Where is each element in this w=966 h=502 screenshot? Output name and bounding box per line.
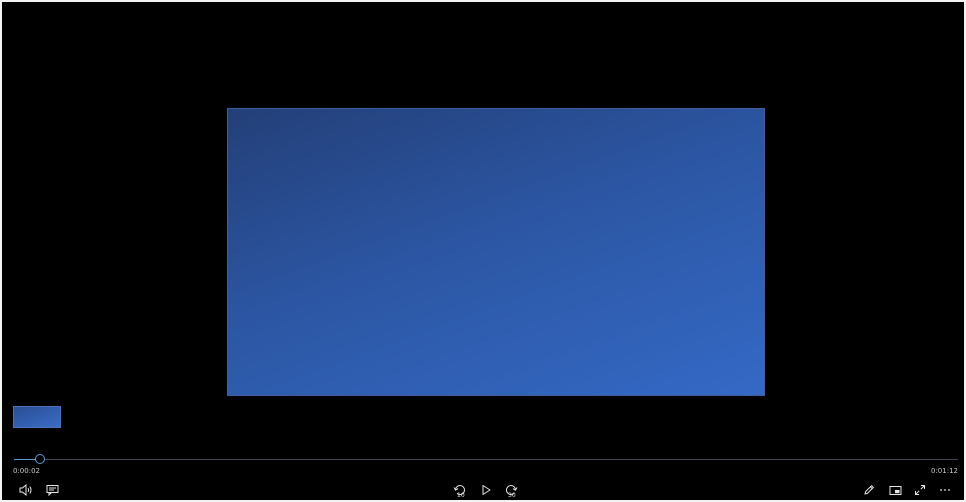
more-options-icon <box>940 489 950 491</box>
fullscreen-icon <box>915 485 925 495</box>
edit-button[interactable] <box>860 481 878 499</box>
video-player[interactable]: 0:00:02 0:01:12 10 30 <box>2 2 964 500</box>
more-options-button[interactable] <box>936 481 954 499</box>
mini-view-button[interactable] <box>886 481 904 499</box>
video-frame[interactable] <box>227 108 765 396</box>
total-time: 0:01:12 <box>931 467 958 475</box>
play-icon <box>482 485 491 495</box>
volume-icon <box>19 484 32 496</box>
seek-bar-handle[interactable] <box>35 454 46 464</box>
skip-forward-label: 30 <box>508 492 516 499</box>
seek-preview-thumbnail <box>13 406 61 428</box>
skip-back-button[interactable]: 10 <box>451 481 469 499</box>
seek-bar-track[interactable] <box>14 459 958 460</box>
edit-pen-icon <box>864 484 875 495</box>
volume-button[interactable] <box>17 481 35 499</box>
play-button[interactable] <box>477 481 495 499</box>
captions-button[interactable] <box>43 481 61 499</box>
elapsed-time: 0:00:02 <box>13 467 40 475</box>
fullscreen-button[interactable] <box>911 481 929 499</box>
skip-forward-button[interactable]: 30 <box>502 481 520 499</box>
captions-icon <box>46 485 58 496</box>
mini-view-icon <box>889 485 901 495</box>
skip-back-label: 10 <box>457 492 465 499</box>
